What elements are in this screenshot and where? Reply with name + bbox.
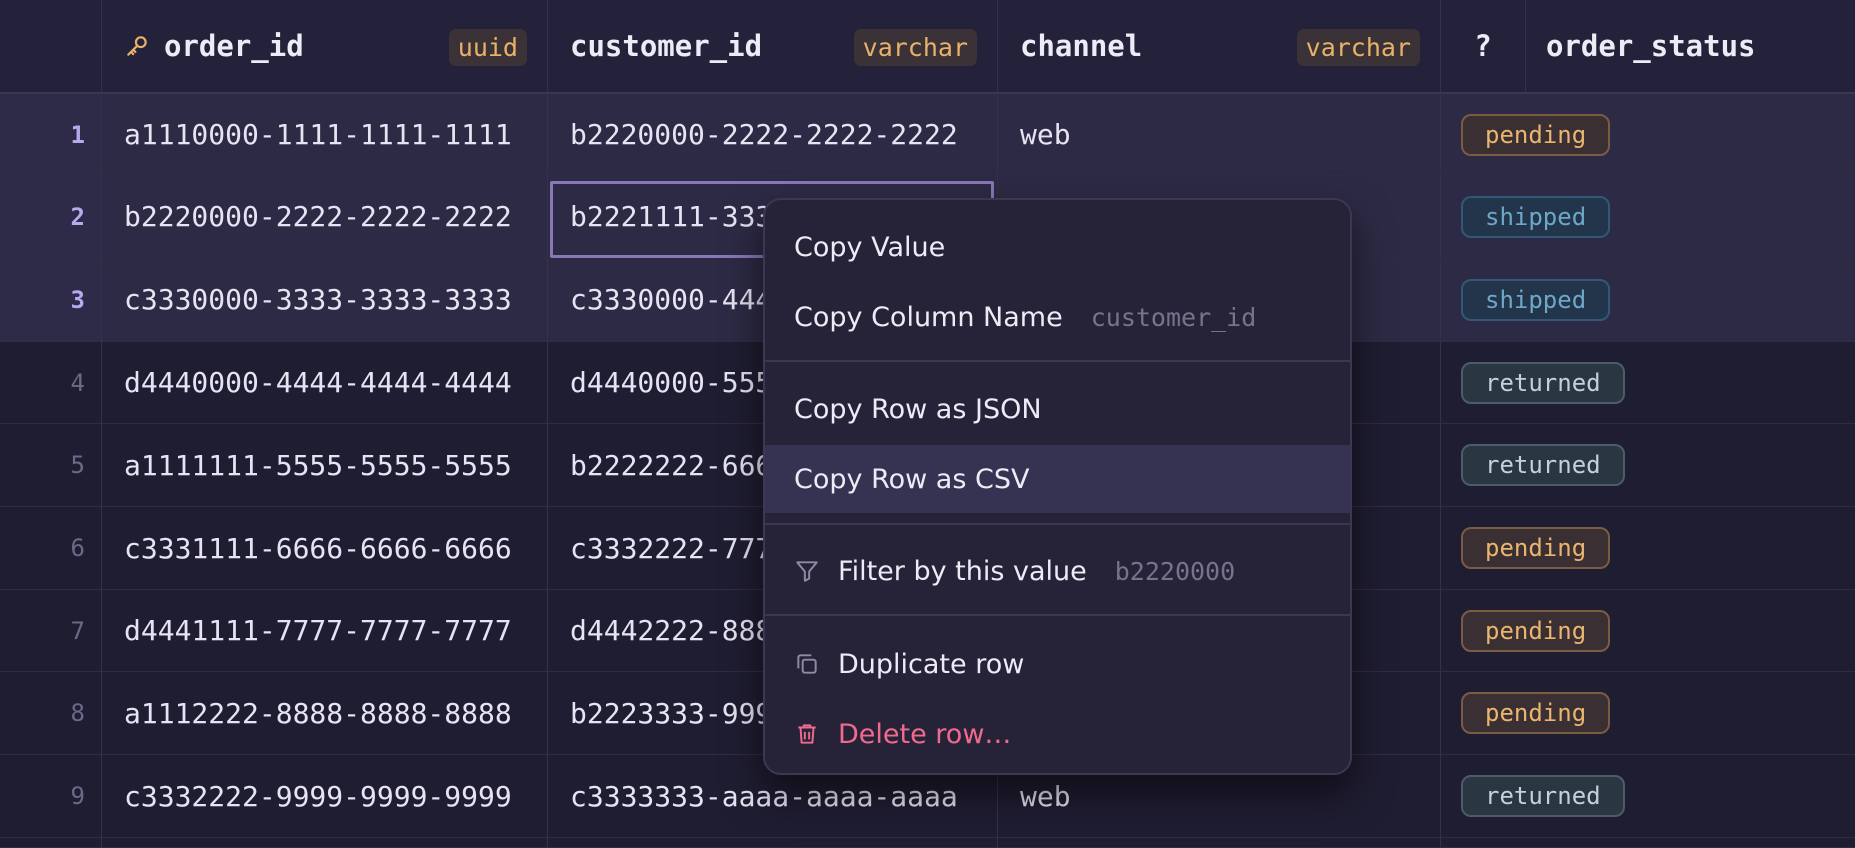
column-name: order_status [1546, 29, 1756, 63]
copy-icon [797, 654, 817, 674]
cell-order-id[interactable]: d4440000-4444-4444-4444 [102, 342, 548, 424]
row-number: 7 [0, 590, 102, 672]
row-number [0, 838, 102, 848]
column-type-tag: varchar [1296, 29, 1420, 66]
column-header-customer-id[interactable]: customer_id varchar [548, 0, 998, 94]
cell-order-id[interactable]: b2220000-2222-2222-2222 [102, 176, 548, 258]
menu-item-label: Copy Column Name [794, 301, 1063, 333]
row-number: 8 [0, 672, 102, 755]
cell-channel[interactable]: web [998, 94, 1441, 176]
status-badge: shipped [1461, 195, 1611, 238]
row-number: 2 [0, 176, 102, 258]
status-badge: pending [1461, 692, 1611, 734]
status-badge: pending [1461, 527, 1611, 569]
row-number-header [0, 0, 102, 94]
menu-item-copy-value[interactable]: Copy Value [765, 213, 1350, 281]
cell-order-id[interactable]: c3330000-3333-3333-3333 [102, 258, 548, 342]
column-name: customer_id [570, 29, 763, 63]
cell-order-status[interactable]: pending [1441, 507, 1855, 590]
row-number: 5 [0, 424, 102, 507]
row-number: 1 [0, 94, 102, 176]
status-badge: returned [1461, 361, 1625, 404]
table-row[interactable]: 1 a1110000-1111-1111-1111 b2220000-2222-… [0, 94, 1855, 176]
menu-item-label: Copy Row as CSV [794, 463, 1030, 495]
cell-customer-id [548, 838, 998, 848]
menu-item-label: Copy Row as JSON [794, 393, 1042, 425]
cell-order-status[interactable]: pending [1441, 94, 1855, 176]
cell-order-status[interactable]: returned [1441, 755, 1855, 838]
row-number: 4 [0, 342, 102, 424]
column-header-channel[interactable]: channel varchar [998, 0, 1441, 94]
cell-order-status[interactable]: pending [1441, 672, 1855, 755]
row-number: 9 [0, 755, 102, 838]
column-header-order-id[interactable]: order_id uuid [102, 0, 548, 94]
column-type-unknown-icon: ? [1441, 0, 1526, 94]
menu-item-label: Copy Value [794, 231, 946, 263]
cell-order-id[interactable]: d4441111-7777-7777-7777 [102, 590, 548, 672]
cell-order-id [102, 838, 548, 848]
menu-item-label: Filter by this value [838, 555, 1087, 587]
cell-order-id[interactable]: a1110000-1111-1111-1111 [102, 94, 548, 176]
cell-order-status [1441, 838, 1855, 848]
cell-order-status[interactable]: shipped [1441, 258, 1855, 342]
menu-item-copy-column-name[interactable]: Copy Column Name customer_id [765, 283, 1350, 351]
column-type-tag: uuid [448, 29, 527, 66]
status-badge: shipped [1461, 278, 1611, 321]
context-menu: Copy Value Copy Column Name customer_id … [763, 198, 1352, 775]
cell-order-status[interactable]: pending [1441, 590, 1855, 672]
cell-order-id[interactable]: a1111111-5555-5555-5555 [102, 424, 548, 507]
menu-item-delete-row[interactable]: Delete row… [765, 700, 1350, 768]
row-number: 3 [0, 258, 102, 342]
table-row-partial [0, 838, 1855, 848]
status-badge: pending [1461, 609, 1611, 652]
key-icon [127, 36, 147, 56]
menu-divider [765, 614, 1350, 616]
filter-icon [796, 561, 818, 582]
menu-divider [765, 360, 1350, 362]
status-badge: returned [1461, 444, 1625, 486]
status-badge: pending [1461, 113, 1611, 156]
cell-order-id[interactable]: c3331111-6666-6666-6666 [102, 507, 548, 590]
cell-order-id[interactable]: a1112222-8888-8888-8888 [102, 672, 548, 755]
menu-item-label: Duplicate row [838, 648, 1025, 680]
row-number: 6 [0, 507, 102, 590]
column-name: order_id [164, 29, 304, 63]
menu-item-hint: b2220000 [1114, 556, 1236, 586]
cell-order-status[interactable]: returned [1441, 342, 1855, 424]
menu-item-label: Delete row… [838, 718, 1012, 750]
trash-icon [798, 724, 816, 744]
menu-item-copy-row-json[interactable]: Copy Row as JSON [765, 375, 1350, 443]
cell-channel [998, 838, 1441, 848]
cell-order-status[interactable]: returned [1441, 424, 1855, 507]
menu-item-filter-by-value[interactable]: Filter by this value b2220000 [765, 537, 1350, 605]
menu-item-duplicate-row[interactable]: Duplicate row [765, 630, 1350, 698]
column-header-order-status[interactable]: order_status [1526, 0, 1855, 94]
menu-divider [765, 523, 1350, 525]
cell-order-status[interactable]: shipped [1441, 176, 1855, 258]
column-name: channel [1020, 29, 1143, 63]
status-badge: returned [1461, 775, 1625, 817]
menu-item-copy-row-csv[interactable]: Copy Row as CSV [765, 445, 1350, 513]
menu-item-hint: customer_id [1090, 302, 1257, 332]
cell-customer-id[interactable]: b2220000-2222-2222-2222 [548, 94, 998, 176]
header-row: order_id uuid customer_id varchar channe… [0, 0, 1855, 95]
column-type-tag: varchar [853, 29, 977, 66]
cell-order-id[interactable]: c3332222-9999-9999-9999 [102, 755, 548, 838]
